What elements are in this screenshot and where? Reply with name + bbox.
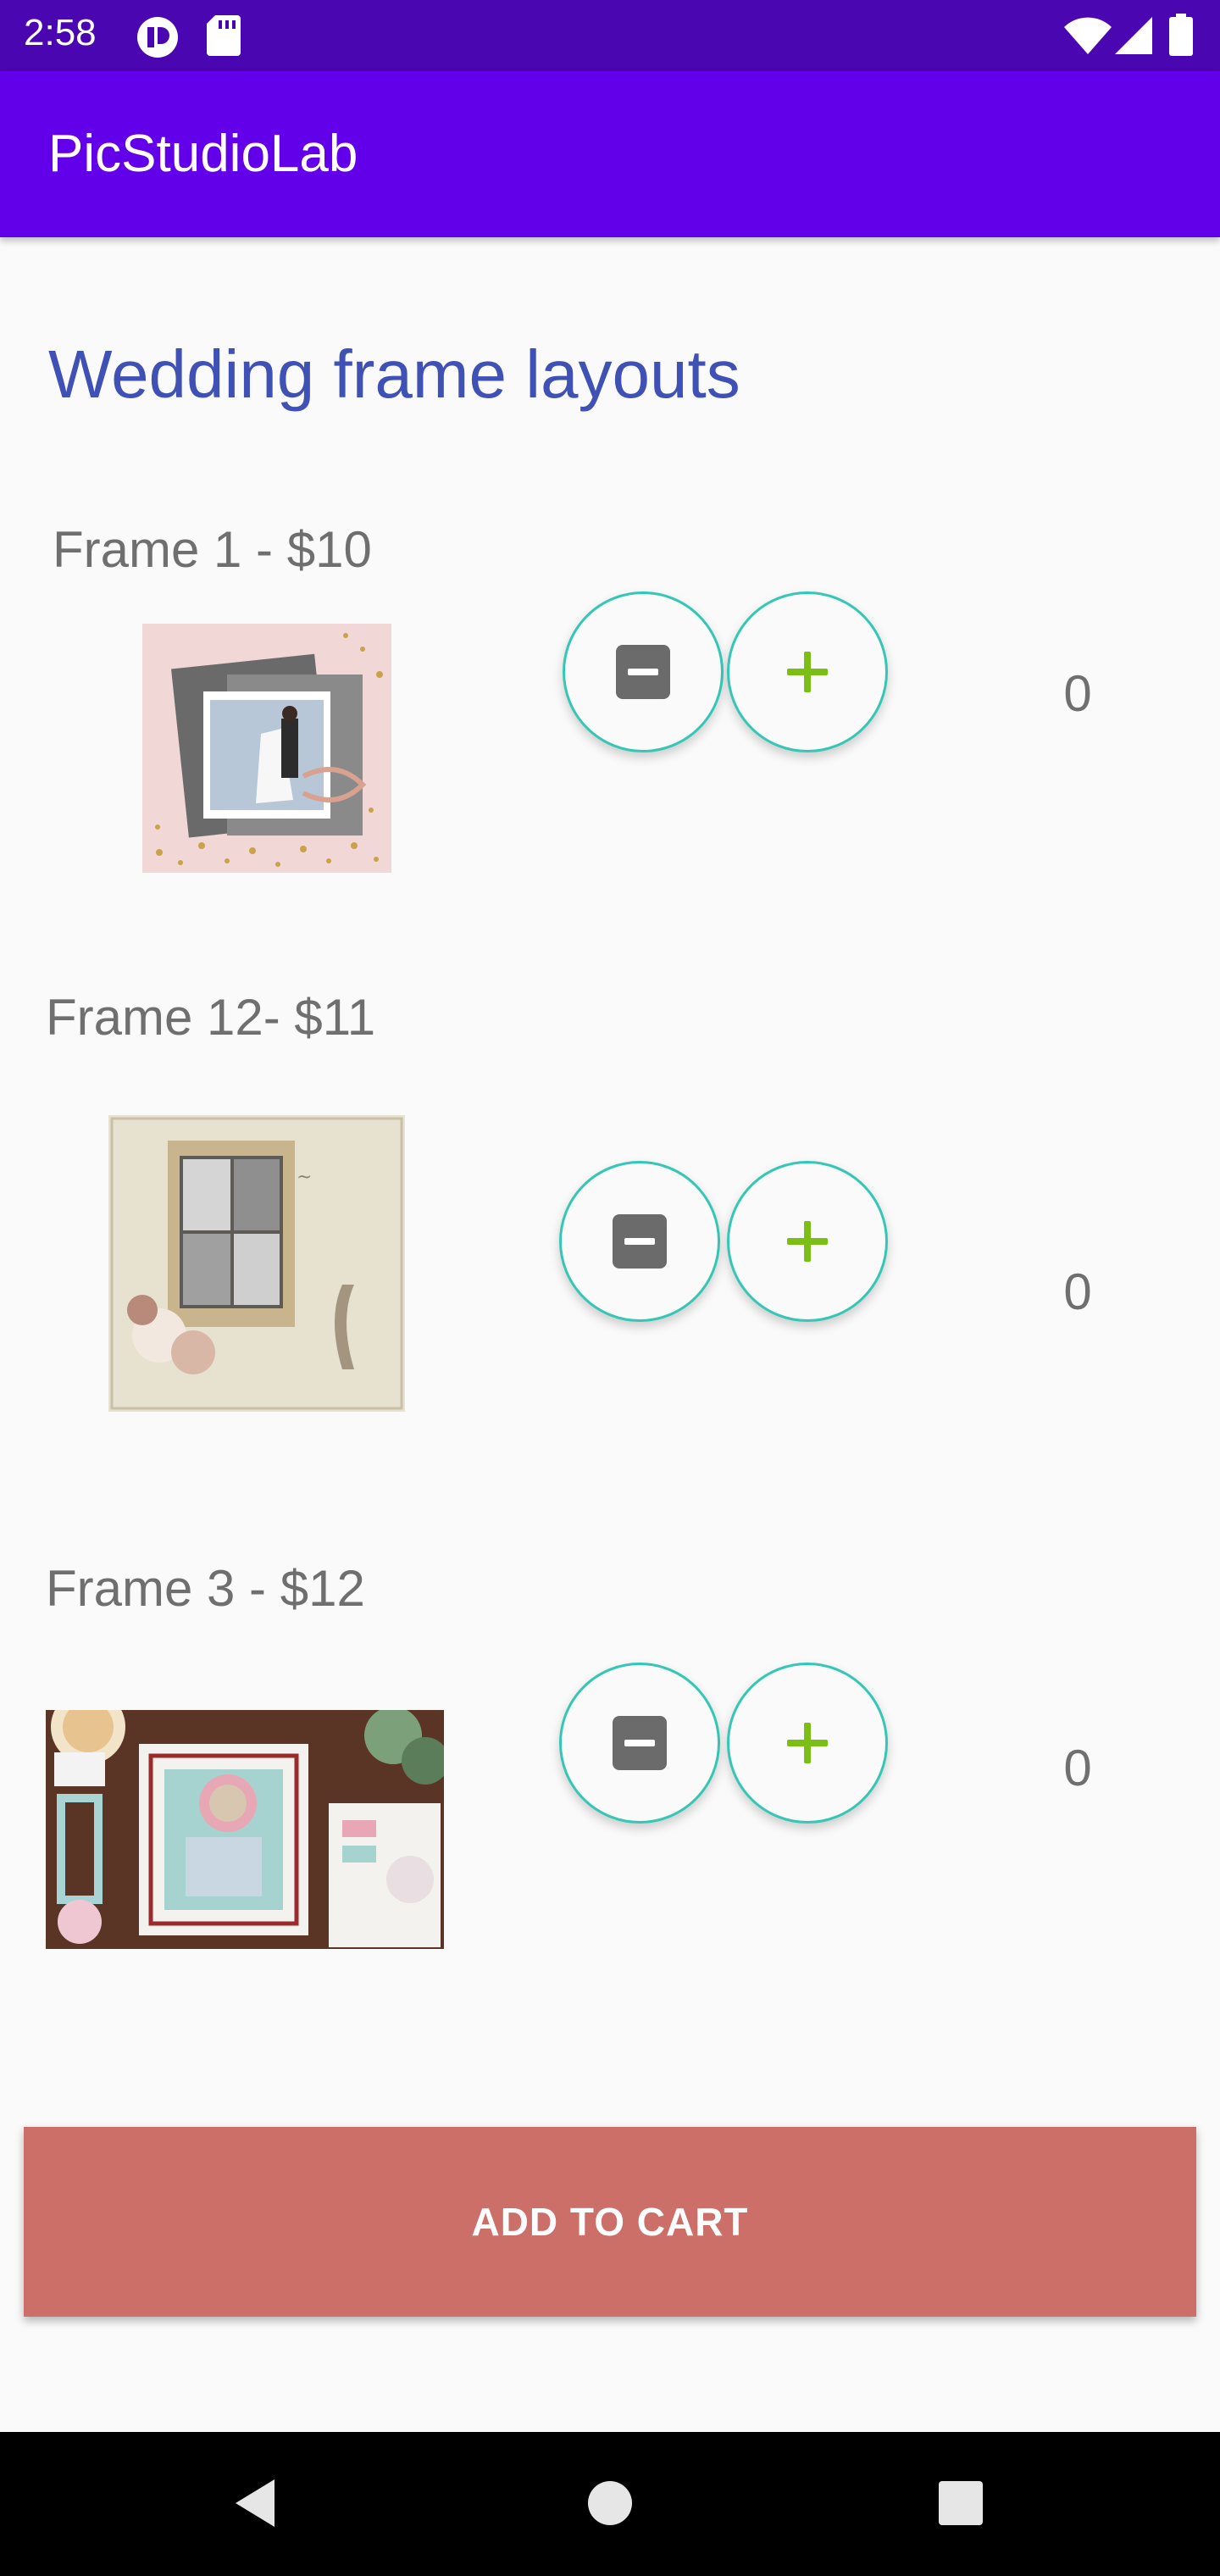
page-heading: Wedding frame layouts [48,336,740,412]
increase-quantity-button[interactable] [727,1663,888,1824]
minus-icon [613,1716,667,1770]
increase-quantity-button[interactable] [727,591,888,752]
plus-icon [787,1221,828,1262]
decrease-quantity-button[interactable] [563,591,724,752]
navigation-bar [0,2432,1220,2576]
status-time: 2:58 [24,12,97,53]
recents-icon[interactable] [939,2481,983,2529]
plus-icon [787,1723,828,1763]
frame-label: Frame 12- $11 [46,989,376,1046]
app-title: PicStudioLab [48,125,358,183]
wifi-icon [1064,17,1112,58]
minus-icon [613,1214,667,1269]
status-bar: 2:58 [0,0,1220,71]
svg-text:~: ~ [297,1167,312,1188]
frame-label: Frame 1 - $10 [53,521,372,578]
app-bar: PicStudioLab [0,71,1220,237]
increase-quantity-button[interactable] [727,1161,888,1322]
decrease-quantity-button[interactable] [559,1161,720,1322]
cell-signal-icon [1115,17,1152,58]
notification-app-icon [136,15,180,64]
frame-label: Frame 3 - $12 [46,1560,365,1617]
frame-thumbnail[interactable]: ~ [108,1115,405,1412]
frame-thumbnail[interactable] [142,624,391,873]
quantity-value: 0 [1063,1263,1092,1320]
sd-card-icon [207,15,241,60]
battery-icon [1169,14,1193,60]
decrease-quantity-button[interactable] [559,1663,720,1824]
add-to-cart-button[interactable]: ADD TO CART [24,2127,1196,2317]
back-icon[interactable] [230,2476,278,2534]
home-icon[interactable] [586,2479,634,2531]
quantity-value: 0 [1063,665,1092,722]
minus-icon [616,645,670,699]
frame-thumbnail[interactable] [46,1710,444,1949]
plus-icon [787,652,828,692]
quantity-value: 0 [1063,1740,1092,1796]
